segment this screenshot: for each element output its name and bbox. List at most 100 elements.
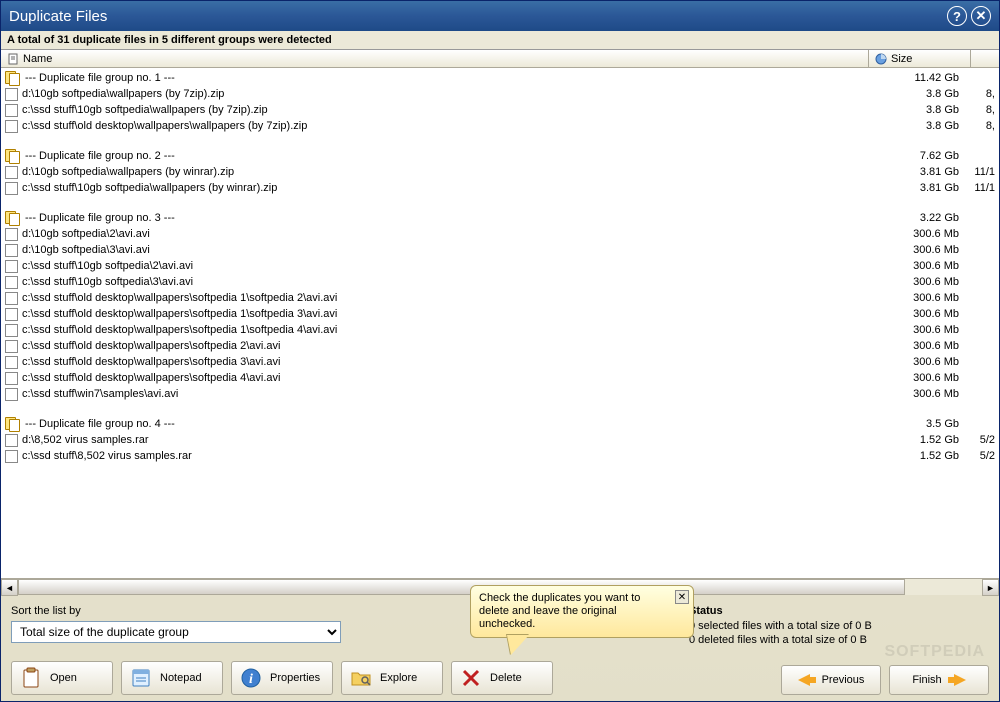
file-row[interactable]: c:\ssd stuff\old desktop\wallpapers\soft… [1,338,999,354]
file-checkbox[interactable] [5,372,18,385]
file-size: 300.6 Mb [867,308,967,320]
file-path: d:\10gb softpedia\wallpapers (by 7zip).z… [22,88,867,100]
file-row[interactable]: c:\ssd stuff\old desktop\wallpapers\soft… [1,290,999,306]
file-checkbox[interactable] [5,120,18,133]
file-checkbox[interactable] [5,276,18,289]
file-checkbox[interactable] [5,340,18,353]
file-row[interactable]: c:\ssd stuff\old desktop\wallpapers\soft… [1,370,999,386]
scroll-thumb[interactable] [18,579,905,595]
file-row[interactable]: d:\10gb softpedia\2\avi.avi300.6 Mb [1,226,999,242]
file-checkbox[interactable] [5,182,18,195]
explore-button[interactable]: Explore [341,661,443,695]
group-label: --- Duplicate file group no. 1 --- [25,72,867,84]
file-extra: 8, [967,104,995,116]
file-row[interactable]: c:\ssd stuff\old desktop\wallpapers\soft… [1,322,999,338]
file-row[interactable]: c:\ssd stuff\10gb softpedia\wallpapers (… [1,180,999,196]
notepad-button[interactable]: Notepad [121,661,223,695]
file-checkbox[interactable] [5,308,18,321]
file-size: 3.22 Gb [867,212,967,224]
file-extra: 5/2 [967,434,995,446]
bottom-panel: Check the duplicates you want to delete … [1,595,999,701]
svg-text:i: i [249,672,253,687]
file-size: 300.6 Mb [867,388,967,400]
column-name-label: Name [23,53,52,65]
group-row[interactable]: --- Duplicate file group no. 2 ---7.62 G… [1,148,999,164]
file-checkbox[interactable] [5,260,18,273]
file-checkbox[interactable] [5,388,18,401]
file-size: 3.8 Gb [867,120,967,132]
file-path: d:\10gb softpedia\3\avi.avi [22,244,867,256]
file-checkbox[interactable] [5,292,18,305]
sort-select[interactable]: Total size of the duplicate group [11,621,341,643]
group-row[interactable]: --- Duplicate file group no. 3 ---3.22 G… [1,210,999,226]
file-row[interactable]: d:\10gb softpedia\wallpapers (by winrar)… [1,164,999,180]
duplicate-group-icon [5,211,21,225]
titlebar: Duplicate Files ? ✕ [1,1,999,31]
file-checkbox[interactable] [5,244,18,257]
column-extra[interactable] [971,50,999,67]
help-button[interactable]: ? [947,6,967,26]
summary-text: A total of 31 duplicate files in 5 diffe… [1,31,999,50]
file-size: 1.52 Gb [867,434,967,446]
file-checkbox[interactable] [5,450,18,463]
file-row[interactable]: c:\ssd stuff\old desktop\wallpapers\soft… [1,306,999,322]
file-row[interactable]: d:\8,502 virus samples.rar1.52 Gb5/2 [1,432,999,448]
group-label: --- Duplicate file group no. 4 --- [25,418,867,430]
file-path: c:\ssd stuff\old desktop\wallpapers\soft… [22,356,867,368]
file-path: c:\ssd stuff\10gb softpedia\wallpapers (… [22,104,867,116]
finish-label: Finish [912,674,941,686]
previous-button[interactable]: Previous [781,665,881,695]
file-row[interactable]: c:\ssd stuff\old desktop\wallpapers\soft… [1,354,999,370]
file-checkbox[interactable] [5,324,18,337]
file-size: 300.6 Mb [867,372,967,384]
tooltip-close-button[interactable]: ✕ [675,590,689,604]
file-row[interactable]: c:\ssd stuff\old desktop\wallpapers\wall… [1,118,999,134]
open-label: Open [50,672,77,684]
open-button[interactable]: Open [11,661,113,695]
status-block: Status 0 selected files with a total siz… [689,605,989,647]
window-title: Duplicate Files [9,8,947,25]
close-button[interactable]: ✕ [971,6,991,26]
file-path: d:\10gb softpedia\2\avi.avi [22,228,867,240]
file-size: 3.81 Gb [867,166,967,178]
file-size: 300.6 Mb [867,324,967,336]
file-size: 300.6 Mb [867,244,967,256]
blank-row [1,196,999,210]
file-row[interactable]: c:\ssd stuff\10gb softpedia\2\avi.avi300… [1,258,999,274]
file-checkbox[interactable] [5,434,18,447]
file-row[interactable]: c:\ssd stuff\10gb softpedia\3\avi.avi300… [1,274,999,290]
duplicate-group-icon [5,71,21,85]
file-size: 300.6 Mb [867,276,967,288]
file-row[interactable]: c:\ssd stuff\8,502 virus samples.rar1.52… [1,448,999,464]
file-checkbox[interactable] [5,88,18,101]
file-row[interactable]: d:\10gb softpedia\wallpapers (by 7zip).z… [1,86,999,102]
file-row[interactable]: d:\10gb softpedia\3\avi.avi300.6 Mb [1,242,999,258]
scroll-left-button[interactable]: ◄ [1,579,18,596]
info-icon: i [240,667,262,689]
file-checkbox[interactable] [5,356,18,369]
group-row[interactable]: --- Duplicate file group no. 1 ---11.42 … [1,70,999,86]
file-checkbox[interactable] [5,228,18,241]
file-size: 7.62 Gb [867,150,967,162]
file-extra: 8, [967,88,995,100]
sort-label: Sort the list by [11,605,351,617]
file-path: c:\ssd stuff\old desktop\wallpapers\soft… [22,372,867,384]
scroll-right-button[interactable]: ► [982,579,999,596]
properties-button[interactable]: i Properties [231,661,333,695]
column-name[interactable]: Name [1,50,869,67]
hint-tooltip: Check the duplicates you want to delete … [470,585,694,638]
column-headers: Name Size [1,50,999,68]
arrow-right-icon [948,674,966,686]
delete-button[interactable]: Delete [451,661,553,695]
file-size: 3.5 Gb [867,418,967,430]
document-icon [7,53,19,65]
file-row[interactable]: c:\ssd stuff\win7\samples\avi.avi300.6 M… [1,386,999,402]
file-list[interactable]: --- Duplicate file group no. 1 ---11.42 … [1,68,999,578]
group-row[interactable]: --- Duplicate file group no. 4 ---3.5 Gb [1,416,999,432]
file-checkbox[interactable] [5,104,18,117]
finish-button[interactable]: Finish [889,665,989,695]
blank-row [1,134,999,148]
column-size[interactable]: Size [869,50,971,67]
file-row[interactable]: c:\ssd stuff\10gb softpedia\wallpapers (… [1,102,999,118]
file-checkbox[interactable] [5,166,18,179]
